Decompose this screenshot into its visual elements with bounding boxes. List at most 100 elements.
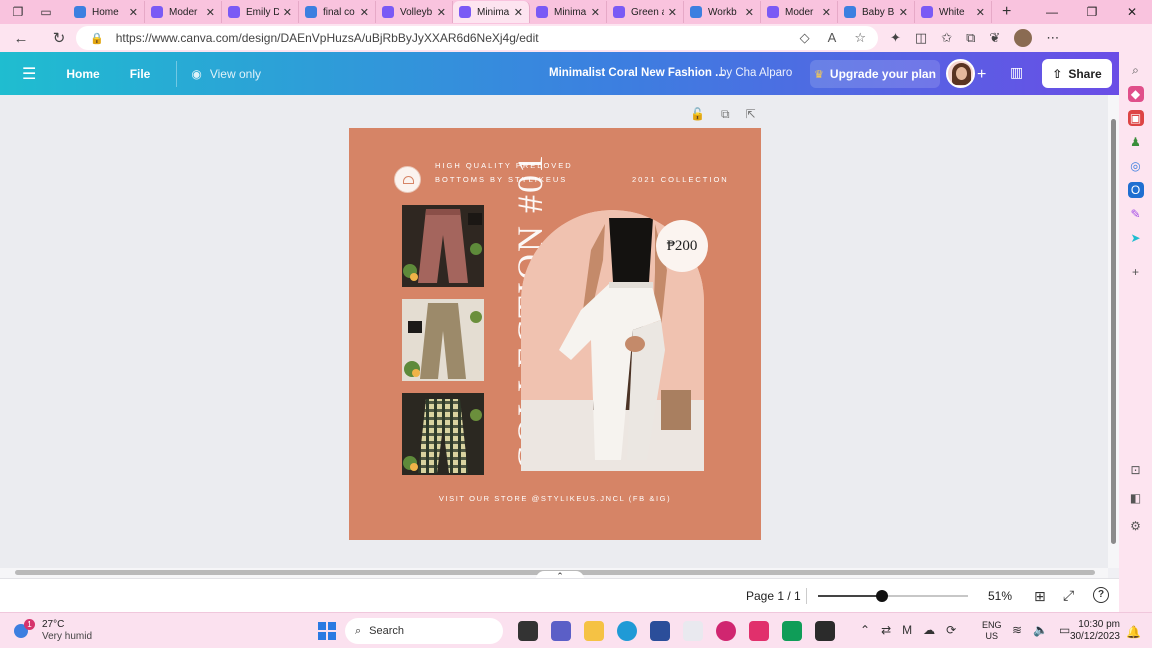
tray-sliders-icon[interactable]: ⇄ — [881, 623, 891, 637]
sidebar-screenshot-icon[interactable]: ⊡ — [1128, 462, 1144, 478]
browser-tab[interactable]: White ✕ — [915, 1, 992, 23]
refresh-icon[interactable]: ↻ — [44, 29, 74, 47]
teams-chat-icon[interactable] — [551, 621, 571, 641]
browser-tab[interactable]: Workb ✕ — [684, 1, 761, 23]
instagram-icon[interactable] — [749, 621, 769, 641]
sidebar-tools-icon[interactable]: ▣ — [1127, 110, 1144, 126]
copilot-icon[interactable]: ❦ — [989, 30, 1000, 46]
fullscreen-icon[interactable]: ⤢ — [1063, 587, 1074, 604]
browser-tab[interactable]: Volleyb ✕ — [376, 1, 453, 23]
vertical-scroll-thumb[interactable] — [1111, 119, 1116, 544]
url-field[interactable]: 🔒 https://www.canva.com/design/DAEnVpHuz… — [76, 26, 878, 50]
read-aloud-icon[interactable]: A — [828, 30, 837, 46]
view-only-indicator[interactable]: ◉ View only — [191, 67, 261, 81]
document-title[interactable]: Minimalist Coral New Fashion ... — [549, 67, 725, 79]
sidebar-toggle-icon[interactable]: ◧ — [1128, 490, 1144, 506]
help-icon[interactable]: ? — [1093, 587, 1109, 603]
meet-icon[interactable] — [782, 621, 802, 641]
tab-close-icon[interactable]: ✕ — [129, 6, 138, 19]
insights-chart-icon[interactable]: ▥ — [1010, 64, 1023, 81]
edge-browser-icon[interactable] — [617, 621, 637, 641]
sidebar-shopping-icon[interactable]: ◆ — [1127, 86, 1144, 102]
app-icon-m[interactable] — [683, 621, 703, 641]
workspaces-icon[interactable]: ❐ — [8, 2, 28, 22]
profile-avatar[interactable] — [1014, 29, 1033, 47]
new-tab-icon[interactable]: + — [1002, 3, 1011, 21]
tab-actions-icon[interactable]: ▭ — [36, 2, 56, 22]
home-link[interactable]: Home — [66, 67, 99, 81]
app-icon-w[interactable] — [716, 621, 736, 641]
show-hidden-icon[interactable]: ⌃ — [860, 623, 870, 637]
tab-close-icon[interactable]: ✕ — [514, 6, 523, 19]
vertical-scrollbar[interactable] — [1108, 95, 1119, 568]
task-view-icon[interactable] — [518, 621, 538, 641]
sidebar-add-icon[interactable]: + — [1128, 264, 1144, 280]
zoom-slider-handle[interactable] — [876, 590, 888, 602]
design-canvas[interactable]: HIGH QUALITY PRELOVED BOTTOMS BY STYLIKE… — [349, 128, 761, 540]
clock[interactable]: 10:30 pm 30/12/2023 — [1068, 619, 1120, 643]
zoom-percent[interactable]: 51% — [988, 589, 1012, 603]
browser-tab[interactable]: Baby B ✕ — [838, 1, 915, 23]
sidebar-microsoft365-icon[interactable]: ◎ — [1128, 158, 1144, 174]
add-page-icon[interactable]: ⇱ — [746, 107, 756, 122]
browser-tab[interactable]: final co ✕ — [299, 1, 376, 23]
browser-tab[interactable]: Minima ✕ — [530, 1, 607, 23]
user-avatar[interactable] — [946, 59, 975, 88]
notifications-icon[interactable]: 🔔 — [1126, 625, 1141, 639]
sidebar-search-icon[interactable]: ⌕ — [1128, 62, 1144, 78]
minimize-icon[interactable]: — — [1032, 5, 1072, 19]
upgrade-plan-button[interactable]: ♛ Upgrade your plan — [810, 60, 940, 88]
file-explorer-icon[interactable] — [584, 621, 604, 641]
taskbar-search[interactable]: ⌕ Search — [345, 618, 503, 644]
sidebar-settings-icon[interactable]: ⚙ — [1128, 518, 1144, 534]
tab-close-icon[interactable]: ✕ — [206, 6, 215, 19]
tab-close-icon[interactable]: ✕ — [591, 6, 600, 19]
browser-tab[interactable]: Home ✕ — [68, 1, 145, 23]
zoom-slider[interactable] — [818, 590, 968, 602]
tab-close-icon[interactable]: ✕ — [283, 6, 292, 19]
extensions-icon[interactable]: ✦ — [890, 30, 901, 46]
onedrive-icon[interactable]: ☁ — [923, 623, 935, 637]
lock-page-icon[interactable]: 🔓 — [690, 107, 705, 122]
tab-close-icon[interactable]: ✕ — [745, 6, 754, 19]
menu-hamburger-icon[interactable]: ☰ — [22, 64, 36, 84]
back-icon[interactable]: ← — [6, 30, 36, 47]
tag-icon[interactable]: ◇ — [800, 30, 810, 46]
tab-close-icon[interactable]: ✕ — [976, 6, 985, 19]
browser-tab[interactable]: Moder ✕ — [761, 1, 838, 23]
browser-tab[interactable]: Emily D ✕ — [222, 1, 299, 23]
restore-icon[interactable]: ❐ — [1072, 5, 1112, 19]
tab-close-icon[interactable]: ✕ — [899, 6, 908, 19]
tab-close-icon[interactable]: ✕ — [822, 6, 831, 19]
close-window-icon[interactable]: ✕ — [1112, 5, 1152, 19]
weather-widget[interactable]: 1 27°C Very humid — [14, 619, 92, 643]
sticky-notes-icon[interactable] — [815, 621, 835, 641]
share-button[interactable]: ⇧ Share — [1042, 59, 1112, 88]
browser-tab[interactable]: Moder ✕ — [145, 1, 222, 23]
collections-icon[interactable]: ⧉ — [966, 30, 975, 46]
tray-sync-icon[interactable]: ⟳ — [946, 623, 956, 637]
tab-close-icon[interactable]: ✕ — [437, 6, 446, 19]
duplicate-page-icon[interactable]: ⧉ — [721, 107, 730, 122]
browser-tab[interactable]: Green a ✕ — [607, 1, 684, 23]
language-indicator[interactable]: ENG US — [982, 620, 1002, 642]
favorites-icon[interactable]: ✩ — [941, 30, 952, 46]
tray-m-icon[interactable]: M — [902, 623, 912, 637]
more-menu-icon[interactable]: ⋯ — [1046, 30, 1059, 46]
tab-close-icon[interactable]: ✕ — [360, 6, 369, 19]
tab-close-icon[interactable]: ✕ — [668, 6, 677, 19]
sidebar-send-icon[interactable]: ➤ — [1128, 230, 1144, 246]
status-icons[interactable]: ≋ 🔈 ▭ — [1012, 623, 1070, 637]
start-button[interactable] — [318, 622, 336, 640]
store-icon[interactable] — [650, 621, 670, 641]
sidebar-outlook-icon[interactable]: O — [1127, 182, 1144, 198]
add-collaborator-icon[interactable]: + — [977, 66, 986, 84]
sidebar-games-icon[interactable]: ♟ — [1128, 134, 1144, 150]
page-indicator[interactable]: Page 1 / 1 — [746, 589, 801, 603]
sidebar-designer-icon[interactable]: ✎ — [1128, 206, 1144, 222]
favorite-star-icon[interactable]: ☆ — [854, 30, 866, 46]
grid-view-icon[interactable]: ⊞ — [1034, 588, 1046, 605]
file-menu[interactable]: File — [130, 67, 151, 81]
split-screen-icon[interactable]: ◫ — [915, 30, 927, 46]
browser-tab[interactable]: Minima ✕ — [453, 1, 530, 23]
